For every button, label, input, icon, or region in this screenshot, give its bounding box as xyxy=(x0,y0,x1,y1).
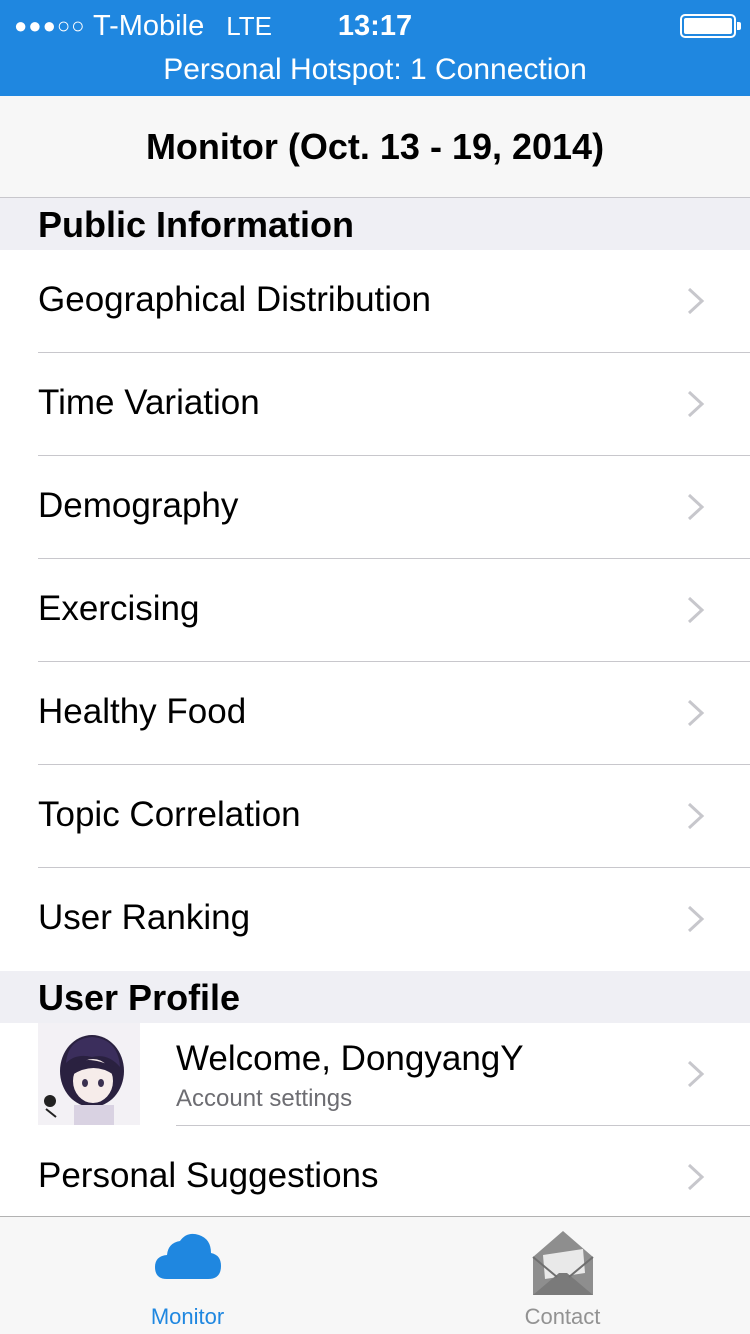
chevron-right-icon xyxy=(687,288,705,314)
row-exercising[interactable]: Exercising xyxy=(0,559,750,662)
chevron-right-icon xyxy=(687,1164,705,1190)
row-personal-suggestions[interactable]: Personal Suggestions xyxy=(0,1126,750,1229)
chevron-right-icon xyxy=(687,803,705,829)
section-header-label: User Profile xyxy=(38,977,241,1018)
chevron-right-icon xyxy=(687,597,705,623)
row-label: Personal Suggestions xyxy=(38,1156,379,1195)
row-demography[interactable]: Demography xyxy=(0,456,750,559)
section-header-label: Public Information xyxy=(38,204,355,245)
row-geographical-distribution[interactable]: Geographical Distribution xyxy=(0,250,750,353)
chevron-right-icon xyxy=(687,906,705,932)
row-time-variation[interactable]: Time Variation xyxy=(0,353,750,456)
chevron-right-icon xyxy=(687,700,705,726)
avatar xyxy=(38,1023,140,1125)
chevron-right-icon xyxy=(687,391,705,417)
tab-label: Monitor xyxy=(150,1304,225,1329)
status-time: 13:17 xyxy=(337,10,413,42)
row-label: Exercising xyxy=(38,589,200,628)
row-label: Demography xyxy=(38,486,239,525)
envelope-icon xyxy=(531,1231,594,1295)
account-settings-label: Account settings xyxy=(176,1085,353,1112)
welcome-text: Welcome, DongyangY xyxy=(176,1039,524,1078)
tab-bar: Monitor Contact xyxy=(0,1216,750,1334)
tab-label: Contact xyxy=(524,1304,601,1329)
row-topic-correlation[interactable]: Topic Correlation xyxy=(0,765,750,868)
navigation-bar: Monitor (Oct. 13 - 19, 2014) xyxy=(0,96,750,198)
row-label: Geographical Distribution xyxy=(38,280,431,319)
tab-monitor[interactable]: Monitor xyxy=(0,1217,375,1334)
status-bar: ●●●○○ T-Mobile LTE 13:17 Personal Hotspo… xyxy=(0,0,750,96)
tab-contact[interactable]: Contact xyxy=(375,1217,750,1334)
row-healthy-food[interactable]: Healthy Food xyxy=(0,662,750,765)
row-label: Time Variation xyxy=(38,383,260,422)
row-label: Topic Correlation xyxy=(38,795,301,834)
row-label: Healthy Food xyxy=(38,692,247,731)
page-title: Monitor (Oct. 13 - 19, 2014) xyxy=(145,126,605,167)
row-account-settings[interactable]: Welcome, DongyangY Account settings xyxy=(0,1023,750,1126)
section-header-public-information: Public Information xyxy=(0,198,750,250)
row-user-ranking[interactable]: User Ranking xyxy=(0,868,750,971)
cloud-icon xyxy=(154,1233,221,1279)
battery-icon xyxy=(680,14,741,38)
hotspot-banner[interactable]: Personal Hotspot: 1 Connection xyxy=(0,50,750,90)
section-header-user-profile: User Profile xyxy=(0,971,750,1023)
row-label: User Ranking xyxy=(38,898,251,937)
chevron-right-icon xyxy=(687,494,705,520)
chevron-right-icon xyxy=(687,1061,705,1087)
